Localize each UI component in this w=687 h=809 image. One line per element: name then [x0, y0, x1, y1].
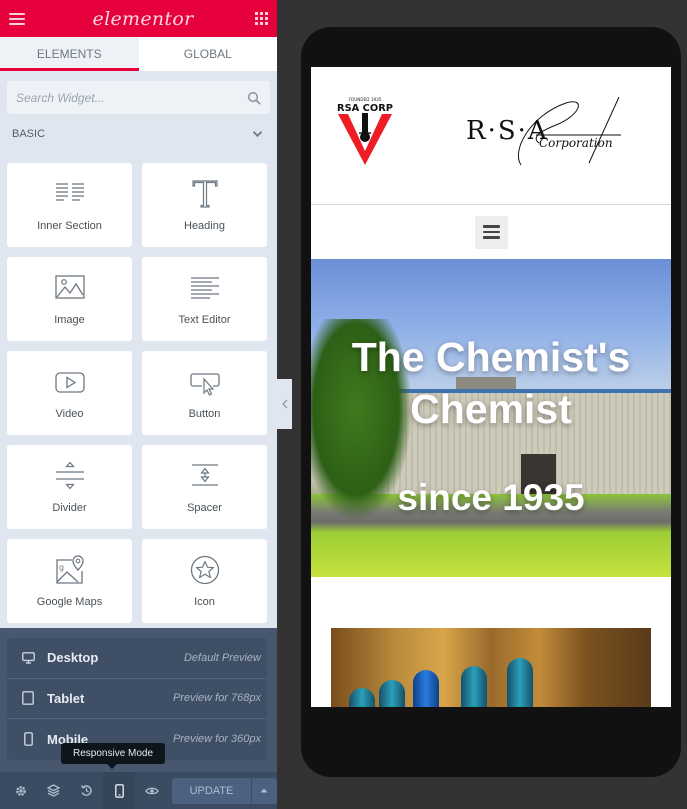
widgets-grid-icon[interactable]: [254, 12, 268, 25]
search-icon[interactable]: [247, 91, 261, 105]
panel-footer: UPDATE: [0, 772, 277, 809]
divider-icon: [55, 461, 84, 490]
save-options-button[interactable]: [251, 777, 277, 804]
update-button[interactable]: UPDATE: [171, 777, 252, 804]
settings-icon: [16, 785, 27, 796]
navigator-icon: [47, 784, 61, 797]
chevron-left-icon: [281, 399, 287, 409]
site-menu-toggle[interactable]: [474, 215, 508, 249]
inner-section-icon: [55, 183, 84, 201]
widget-image[interactable]: Image: [7, 257, 132, 341]
collapse-panel-handle[interactable]: [277, 379, 292, 429]
widget-label: Inner Section: [37, 220, 102, 232]
rsa-corp-badge-logo[interactable]: FOUNDED 1935 RSA CORP: [335, 95, 395, 167]
hero-title: The Chemist's Chemist: [351, 334, 631, 432]
star-icon: [190, 555, 219, 585]
svg-text:FOUNDED 1935: FOUNDED 1935: [349, 97, 382, 102]
vial-shape: [379, 680, 405, 707]
vial-shape: [349, 688, 375, 707]
widget-spacer[interactable]: Spacer: [142, 445, 267, 529]
responsive-option-name: Tablet: [47, 690, 85, 706]
responsive-option-desc: Preview for 768px: [172, 692, 261, 705]
mobile-icon: [23, 732, 33, 747]
preview-icon: [144, 787, 159, 794]
history-button[interactable]: [70, 772, 103, 809]
preview-button[interactable]: [135, 772, 168, 809]
button-icon: [189, 373, 220, 396]
search-container: [0, 71, 277, 114]
caret-up-icon: [260, 788, 268, 793]
panel-tabs: ELEMENTS GLOBAL: [0, 37, 277, 71]
svg-text:Corporation: Corporation: [539, 136, 613, 150]
responsive-mode-button[interactable]: [102, 772, 136, 809]
widget-label: Image: [54, 314, 85, 326]
category-label: BASIC: [12, 128, 46, 140]
widget-label: Button: [188, 408, 221, 420]
widget-google-maps[interactable]: g Google Maps: [7, 539, 132, 623]
responsive-mode-menu: Desktop Default Preview Tablet Preview f…: [7, 638, 267, 760]
widget-label: Spacer: [187, 502, 222, 514]
spacer-icon: [191, 464, 218, 486]
responsive-option-desc: Preview for 360px: [172, 733, 261, 746]
preview-screen: FOUNDED 1935 RSA CORP R·S·A Corporation: [311, 67, 671, 707]
hero-section: The Chemist's Chemist since 1935: [311, 259, 671, 577]
category-basic[interactable]: BASIC: [0, 114, 277, 154]
elementor-editor: elementor ELEMENTS GLOBAL BASIC: [0, 0, 687, 809]
lab-equipment-image: [331, 628, 651, 707]
responsive-option-desktop[interactable]: Desktop Default Preview: [7, 638, 267, 679]
vial-shape: [413, 670, 439, 707]
widget-heading[interactable]: Heading: [142, 163, 267, 247]
widget-icon[interactable]: Icon: [142, 539, 267, 623]
svg-text:g: g: [59, 563, 64, 572]
menu-icon[interactable]: [9, 12, 25, 25]
widget-divider[interactable]: Divider: [7, 445, 132, 529]
hero-subtitle: since 1935: [397, 477, 585, 518]
google-maps-icon: g: [55, 555, 84, 584]
responsive-mode-icon: [114, 783, 124, 798]
history-icon: [80, 785, 92, 796]
widget-inner-section[interactable]: Inner Section: [7, 163, 132, 247]
svg-text:RSA CORP: RSA CORP: [337, 103, 393, 114]
search-box: [7, 81, 270, 114]
responsive-option-name: Desktop: [47, 650, 99, 666]
widget-button[interactable]: Button: [142, 351, 267, 435]
tab-global[interactable]: GLOBAL: [139, 37, 278, 71]
search-widget-input[interactable]: [16, 90, 247, 105]
elementor-logo: elementor: [92, 7, 194, 30]
text-editor-icon: [190, 277, 219, 299]
panel-header: elementor: [0, 0, 277, 37]
widget-label: Google Maps: [36, 596, 103, 608]
responsive-option-tablet[interactable]: Tablet Preview for 768px: [7, 679, 267, 720]
navigator-button[interactable]: [38, 772, 71, 809]
video-icon: [54, 372, 85, 393]
widget-label: Heading: [184, 220, 225, 232]
update-button-group: UPDATE: [171, 777, 277, 804]
chevron-down-icon: [252, 131, 263, 138]
widget-label: Divider: [52, 502, 87, 514]
heading-icon: [191, 180, 218, 208]
rsa-corporation-script-logo[interactable]: R·S·A Corporation: [461, 95, 631, 167]
widget-video[interactable]: Video: [7, 351, 132, 435]
widget-label: Video: [55, 408, 84, 420]
desktop-icon: [21, 651, 35, 664]
vial-shape: [507, 658, 533, 707]
tablet-icon: [22, 691, 34, 706]
settings-button[interactable]: [5, 772, 38, 809]
vial-shape: [461, 666, 487, 707]
image-icon: [54, 275, 85, 299]
widget-text-editor[interactable]: Text Editor: [142, 257, 267, 341]
widget-grid: Inner Section Heading Image Text Editor …: [0, 154, 277, 623]
widget-label: Icon: [194, 596, 215, 608]
responsive-option-desc: Default Preview: [183, 651, 261, 664]
widget-label: Text Editor: [178, 314, 231, 326]
tab-elements[interactable]: ELEMENTS: [0, 37, 139, 71]
elementor-panel: elementor ELEMENTS GLOBAL BASIC: [0, 0, 277, 809]
site-nav-row: [311, 205, 671, 259]
responsive-mode-tooltip: Responsive Mode: [61, 743, 166, 769]
site-header: FOUNDED 1935 RSA CORP R·S·A Corporation: [311, 67, 671, 205]
